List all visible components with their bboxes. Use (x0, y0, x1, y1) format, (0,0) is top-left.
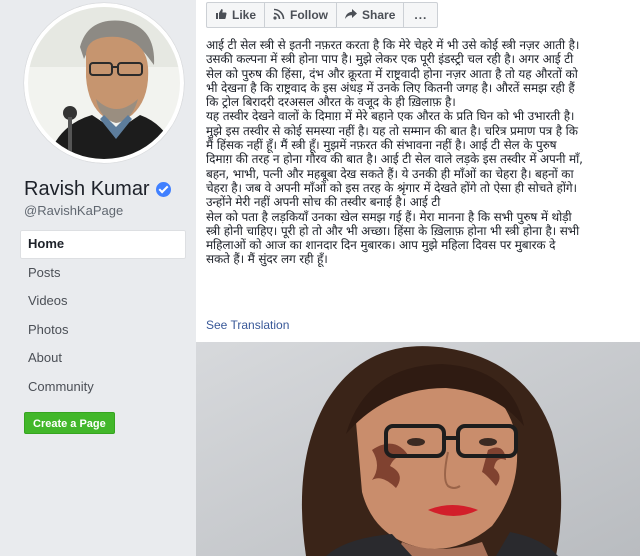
post-line: उन्होंने मेरी नहीं अपनी सोच की तस्वीर बन… (206, 195, 441, 210)
nav-item-posts[interactable]: Posts (20, 259, 186, 288)
see-translation-link[interactable]: See Translation (206, 318, 289, 332)
create-page-button[interactable]: Create a Page (24, 412, 115, 434)
nav-item-photos[interactable]: Photos (20, 316, 186, 345)
post-line: चेहरा है। जब वे अपनी माँओं को इस तरह के … (206, 180, 577, 195)
post-line: आई टी सेल स्त्री से इतनी नफ़रत करता है क… (206, 38, 580, 52)
post-image (196, 342, 640, 556)
post-photo[interactable] (196, 342, 640, 556)
page-nav: Home Posts Videos Photos About Community (20, 230, 186, 401)
more-options-button[interactable]: ... (403, 2, 439, 28)
verified-badge-icon (155, 182, 171, 197)
rss-follow-icon (273, 8, 285, 23)
thumbs-up-icon (215, 8, 227, 23)
page-actions-bar: Like Follow Share ... (206, 2, 439, 28)
share-label: Share (362, 8, 396, 22)
share-arrow-icon (345, 8, 358, 23)
post-column: Like Follow Share ... आई टी सेल स्त्री स… (196, 0, 640, 556)
post-text: आई टी सेल स्त्री से इतनी नफ़रत करता है क… (206, 38, 636, 267)
like-button[interactable]: Like (206, 2, 266, 28)
profile-photo (28, 7, 180, 159)
post-line: महिलाओं को आज का शानदार दिन मुबारक। आप म… (206, 238, 556, 253)
post-line: दिमाग़ की तरह न होना गौरव की बात है। आई … (206, 152, 583, 167)
nav-item-about[interactable]: About (20, 344, 186, 373)
nav-item-community[interactable]: Community (20, 373, 186, 402)
page-name-text[interactable]: Ravish Kumar (24, 178, 150, 201)
follow-button[interactable]: Follow (264, 2, 338, 28)
post-line: बहन, भाभी, पत्नी और महबूबा देख सकते हैं।… (206, 166, 574, 181)
post-line: सेल को पुरुष की हिंसा, दंभ और क्रूरता मे… (206, 66, 578, 81)
post-line: मैं हिंसक नहीं हूँ। मैं स्त्री हूँ। मुझम… (206, 138, 557, 153)
page-handle[interactable]: @RavishKaPage (24, 203, 123, 218)
nav-item-home[interactable]: Home (20, 230, 186, 259)
follow-label: Follow (290, 8, 329, 22)
page-name[interactable]: Ravish Kumar (24, 178, 171, 201)
post-line: म‌ुझे इस तस्वीर से कोई समस्या नहीं है। य… (206, 123, 578, 138)
nav-item-videos[interactable]: Videos (20, 287, 186, 316)
post-line: कि ट्रोल बिरादरी दरअसल औरत के वजूद के ही… (206, 95, 456, 110)
post-line: सेल को पता है लड़कियाँ उनका खेल समझ गई ह… (206, 209, 572, 224)
share-button[interactable]: Share (336, 2, 405, 28)
post-line: स्त्री होनी चाहिए। पूरी हो तो और भी अच्छ… (206, 223, 580, 238)
left-column: Ravish Kumar @RavishKaPage Home Posts Vi… (0, 0, 196, 556)
post-line: यह तस्वीर देखने वालों के दिमाग़ में मेरे… (206, 109, 575, 124)
like-label: Like (232, 8, 257, 22)
profile-picture[interactable] (24, 3, 184, 163)
post-line: सकते हैं। मैं सुंदर लग रही हूँ। (206, 252, 328, 267)
post-line: भी देखना है कि राष्ट्रवाद के इस अंधड़ मे… (206, 80, 575, 95)
post-line: उसकी कल्पना में स्त्री होना पाप है। मुझे… (206, 52, 574, 67)
